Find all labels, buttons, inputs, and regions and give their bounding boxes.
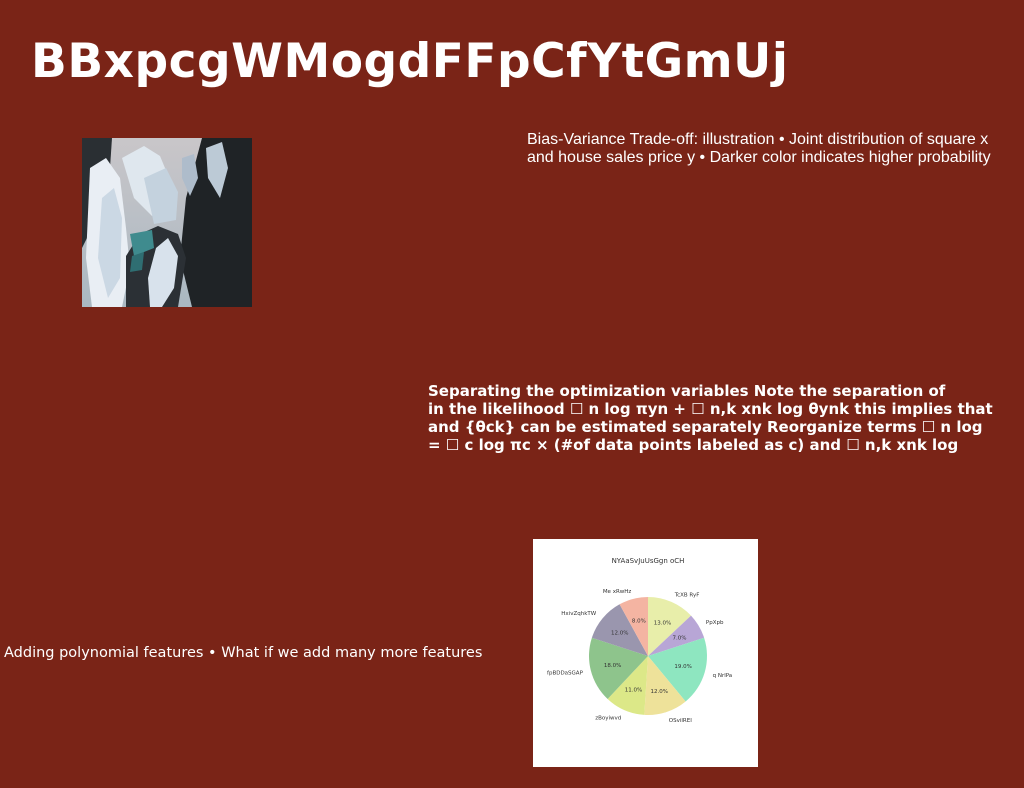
slice-percent-label: 19.0% — [674, 664, 691, 670]
pie-chart: NYAaSvJuUsGgn oCH 13.0% 7.0% 19.0% 12.0% 11.… — [547, 557, 733, 724]
slice-category-label: fpBDDaSGAP — [547, 671, 584, 677]
slice-percent-label: 7.0% — [673, 635, 687, 641]
paragraph-line: Separating the optimization variables No… — [428, 382, 946, 400]
slice-percent-label: 13.0% — [654, 620, 671, 626]
polynomial-features-text: Adding polynomial features • What if we … — [4, 645, 483, 661]
paragraph-line: in the likelihood ☐ n log πyn + ☐ n,k xn… — [428, 400, 993, 418]
slice-percent-label: 12.0% — [611, 631, 628, 637]
paragraph-line: = ☐ c log πc × (#of data points labeled … — [428, 436, 959, 454]
slice-percent-label: 18.0% — [604, 663, 621, 669]
slice-category-label: zBoyiwvd — [595, 716, 621, 722]
paragraph-line: and {θck} can be estimated separately Re… — [428, 418, 983, 436]
slice-category-label: OSvilREI — [669, 718, 692, 724]
slice-percent-label: 8.0% — [632, 619, 646, 625]
slice-percent-label: 12.0% — [651, 689, 668, 695]
landscape-photo — [82, 138, 252, 307]
slice-category-label: PpXpb — [706, 620, 724, 626]
slice-category-label: q NrlPa — [713, 673, 733, 679]
optimization-paragraph: Separating the optimization variables No… — [428, 382, 1024, 454]
chart-title: NYAaSvJuUsGgn oCH — [612, 557, 685, 565]
slice-category-label: Me xRwHz — [603, 589, 632, 595]
caption-bias-variance: Bias-Variance Trade-off: illustration • … — [527, 131, 991, 166]
slice-category-label: TcXB RyF — [674, 592, 700, 598]
slide-title: BBxpcgWMogdFFpCfYtGmUj — [31, 34, 789, 89]
slice-percent-label: 11.0% — [625, 688, 642, 694]
slice-category-label: HxivZqhkTW — [561, 611, 596, 617]
pie-chart-card: NYAaSvJuUsGgn oCH 13.0% 7.0% 19.0% 12.0% 11.… — [533, 539, 758, 767]
